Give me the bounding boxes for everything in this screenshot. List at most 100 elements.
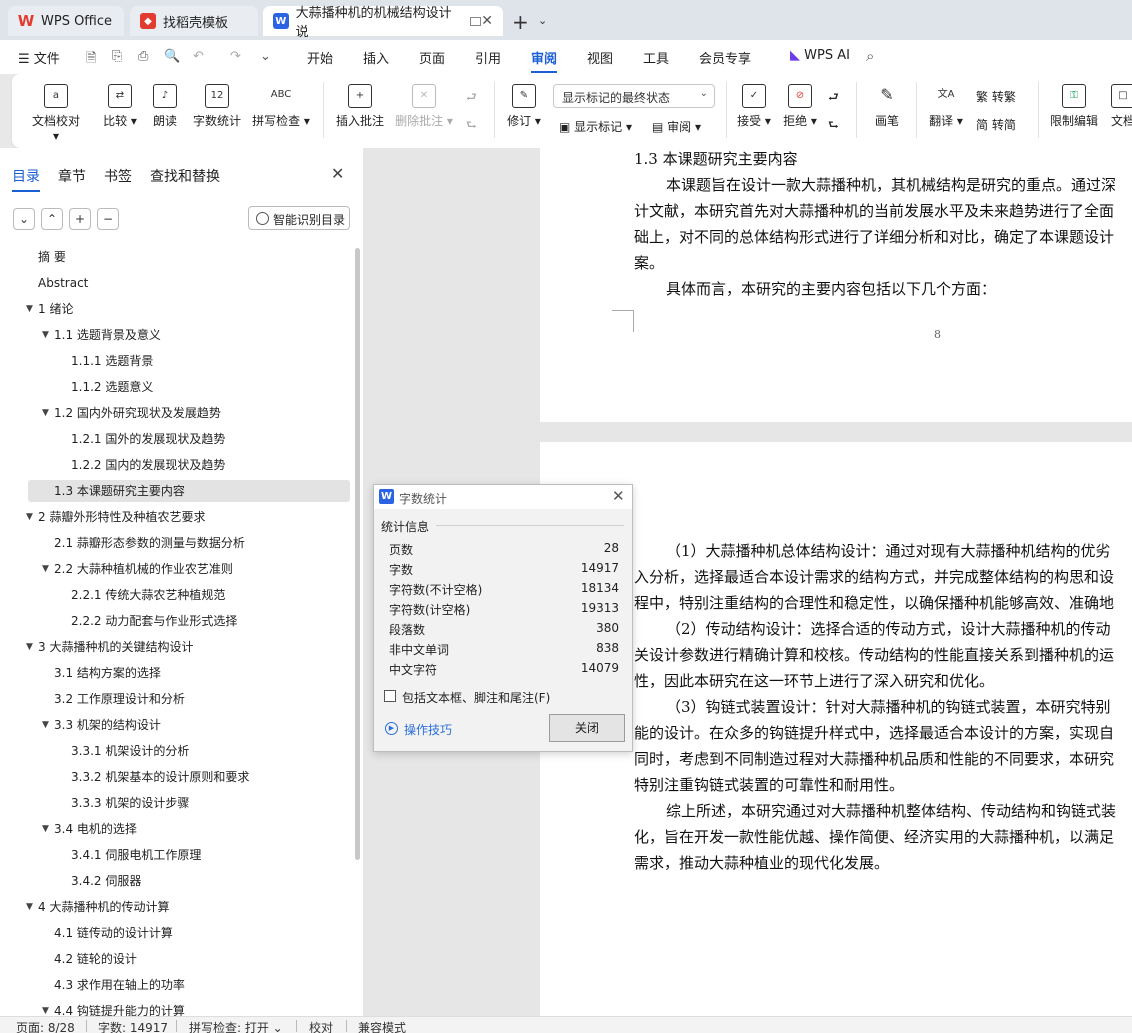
nav-tab-toc[interactable]: 目录: [12, 166, 40, 192]
monitor-icon[interactable]: [470, 16, 482, 26]
expand-arrow-icon[interactable]: ▼: [26, 506, 33, 528]
tips-link[interactable]: 操作技巧: [404, 721, 452, 738]
expand-arrow-icon[interactable]: ▼: [26, 636, 33, 658]
chevron-down-icon[interactable]: ⌄: [260, 49, 276, 65]
menu-page[interactable]: 页面: [419, 48, 445, 67]
wps-ai-button[interactable]: ◣ WPS AI: [790, 48, 850, 63]
play-icon[interactable]: ▶: [385, 722, 398, 735]
toc-item[interactable]: 1.2 国内外研究现状及发展趋势: [54, 402, 221, 424]
redo-icon[interactable]: ↷: [230, 49, 246, 65]
tab-wps-office[interactable]: W WPS Office: [8, 6, 124, 36]
toc-scrollbar[interactable]: [355, 248, 360, 860]
show-markup-button[interactable]: ▣ 显示标记 ▾: [559, 118, 632, 135]
file-menu[interactable]: ☰ 文件: [18, 48, 60, 67]
toc-item[interactable]: 1.2.1 国外的发展现状及趋势: [71, 428, 225, 450]
accept-button[interactable]: ✓ 接受 ▾: [734, 84, 774, 129]
toc-item[interactable]: Abstract: [38, 272, 88, 294]
nav-tab-bookmarks[interactable]: 书签: [104, 166, 132, 186]
spell-check-button[interactable]: ABC 拼写检查 ▾: [250, 84, 312, 129]
toc-item[interactable]: 1.1.2 选题意义: [71, 376, 153, 398]
toc-item[interactable]: 3.3.3 机架的设计步骤: [71, 792, 189, 814]
toc-item[interactable]: 3.3.2 机架基本的设计原则和要求: [71, 766, 249, 788]
toc-item[interactable]: 1.2.2 国内的发展现状及趋势: [71, 454, 225, 476]
toc-item[interactable]: 4.1 链传动的设计计算: [54, 922, 173, 944]
page-indicator[interactable]: 页面: 8/28: [16, 1019, 75, 1033]
document-permission-button[interactable]: □ 文档: [1108, 84, 1132, 129]
toc-item[interactable]: 摘 要: [38, 246, 66, 268]
spell-check-indicator[interactable]: 拼写检查: 打开 ⌄: [189, 1019, 283, 1033]
toc-item[interactable]: 3.4 电机的选择: [54, 818, 137, 840]
menu-review[interactable]: 审阅: [531, 48, 558, 73]
to-traditional-button[interactable]: 繁 转繁: [976, 88, 1016, 105]
review-pane-button[interactable]: ▤ 审阅 ▾: [652, 118, 701, 135]
export-icon[interactable]: ⎘: [112, 49, 128, 65]
expand-arrow-icon[interactable]: ▼: [26, 896, 33, 918]
to-simplified-button[interactable]: 简 转简: [976, 116, 1016, 133]
new-tab-icon[interactable]: +: [512, 10, 529, 34]
expand-arrow-icon[interactable]: ▼: [26, 298, 33, 320]
pen-button[interactable]: ✎ 画笔: [870, 84, 904, 129]
document-page[interactable]: ⋮⋮ 进展，未来将继续朝着智能化、高效节能和个性化等方向发展。1.3 本课题研究…: [540, 148, 1132, 422]
expand-arrow-icon[interactable]: ▼: [42, 324, 49, 346]
tab-document[interactable]: W 大蒜播种机的机械结构设计 说 ✕: [263, 6, 503, 40]
compare-button[interactable]: ⇄ 比较 ▾: [98, 84, 142, 129]
smart-toc-button[interactable]: 智能识别目录: [248, 206, 350, 230]
toc-item[interactable]: 2.2.1 传统大蒜农艺种植规范: [71, 584, 225, 606]
close-icon[interactable]: ✕: [331, 164, 344, 183]
menu-member[interactable]: 会员专享: [699, 48, 751, 67]
save-icon[interactable]: 🗎: [86, 49, 102, 66]
toc-item[interactable]: 3.3 机架的结构设计: [54, 714, 161, 736]
add-icon[interactable]: +: [69, 208, 91, 230]
toc-item[interactable]: 4.2 链轮的设计: [54, 948, 137, 970]
toc-item[interactable]: 3.1 结构方案的选择: [54, 662, 161, 684]
toc-item[interactable]: 2.2 大蒜种植机械的作业农艺准则: [54, 558, 233, 580]
include-textbox-checkbox[interactable]: [384, 690, 396, 702]
read-aloud-button[interactable]: ♪ 朗读: [150, 84, 180, 129]
menu-start[interactable]: 开始: [307, 48, 333, 67]
chevron-down-icon[interactable]: ⌄: [538, 14, 547, 27]
toc-item[interactable]: 1.3 本课题研究主要内容: [28, 480, 350, 502]
toc-item[interactable]: 1.1 选题背景及意义: [54, 324, 161, 346]
expand-arrow-icon[interactable]: ▼: [42, 818, 49, 840]
search-icon[interactable]: ⌕: [866, 47, 882, 65]
remove-icon[interactable]: −: [97, 208, 119, 230]
close-icon[interactable]: ✕: [481, 13, 493, 29]
toc-item[interactable]: 1 绪论: [38, 298, 73, 320]
expand-arrow-icon[interactable]: ▼: [42, 558, 49, 580]
print-preview-icon[interactable]: 🔍: [164, 49, 180, 65]
expand-arrow-icon[interactable]: ▼: [42, 402, 49, 424]
proof-indicator[interactable]: 校对: [309, 1019, 333, 1033]
toc-item[interactable]: 2.2.2 动力配套与作业形式选择: [71, 610, 237, 632]
close-icon[interactable]: ✕: [612, 487, 625, 505]
collapse-icon[interactable]: ⌄: [13, 208, 35, 230]
word-count-button[interactable]: 12 字数统计: [190, 84, 244, 129]
previous-change-icon[interactable]: ⮐: [828, 88, 839, 109]
restrict-editing-button[interactable]: ⚿ 限制编辑: [1048, 84, 1100, 129]
nav-tab-find-replace[interactable]: 查找和替换: [150, 166, 220, 186]
menu-view[interactable]: 视图: [587, 48, 613, 67]
delete-comment-button[interactable]: ✕ 删除批注 ▾: [394, 84, 454, 129]
toc-item[interactable]: 3 大蒜播种机的关键结构设计: [38, 636, 193, 658]
toc-item[interactable]: 3.4.1 伺服电机工作原理: [71, 844, 201, 866]
toc-item[interactable]: 3.3.1 机架设计的分析: [71, 740, 189, 762]
proofread-button[interactable]: a 文档校对 ▾: [28, 84, 84, 143]
translate-button[interactable]: 文A 翻译 ▾: [926, 84, 966, 129]
markup-mode-select[interactable]: 显示标记的最终状态 ⌄: [553, 84, 715, 108]
toc-item[interactable]: 4.3 求作用在轴上的功率: [54, 974, 185, 996]
nav-tab-sections[interactable]: 章节: [58, 166, 86, 186]
reject-button[interactable]: ⊘ 拒绝 ▾: [780, 84, 820, 129]
expand-icon[interactable]: ⌃: [41, 208, 63, 230]
toc-item[interactable]: 2.1 蒜瓣形态参数的测量与数据分析: [54, 532, 245, 554]
tab-templates[interactable]: ◆ 找稻壳模板: [130, 6, 258, 36]
next-comment-icon[interactable]: ⮑: [466, 116, 477, 137]
track-changes-button[interactable]: ✎ 修订 ▾: [504, 84, 544, 129]
toc-item[interactable]: 1.1.1 选题背景: [71, 350, 153, 372]
previous-comment-icon[interactable]: ⮐: [466, 88, 477, 109]
toc-item[interactable]: 4 大蒜播种机的传动计算: [38, 896, 169, 918]
print-icon[interactable]: ⎙: [138, 49, 154, 65]
undo-icon[interactable]: ↶: [193, 49, 209, 65]
expand-arrow-icon[interactable]: ▼: [42, 714, 49, 736]
dialog-title-bar[interactable]: W 字数统计 ✕: [374, 485, 632, 509]
word-count-indicator[interactable]: 字数: 14917: [98, 1019, 168, 1033]
toc-item[interactable]: 2 蒜瓣外形特性及种植农艺要求: [38, 506, 205, 528]
